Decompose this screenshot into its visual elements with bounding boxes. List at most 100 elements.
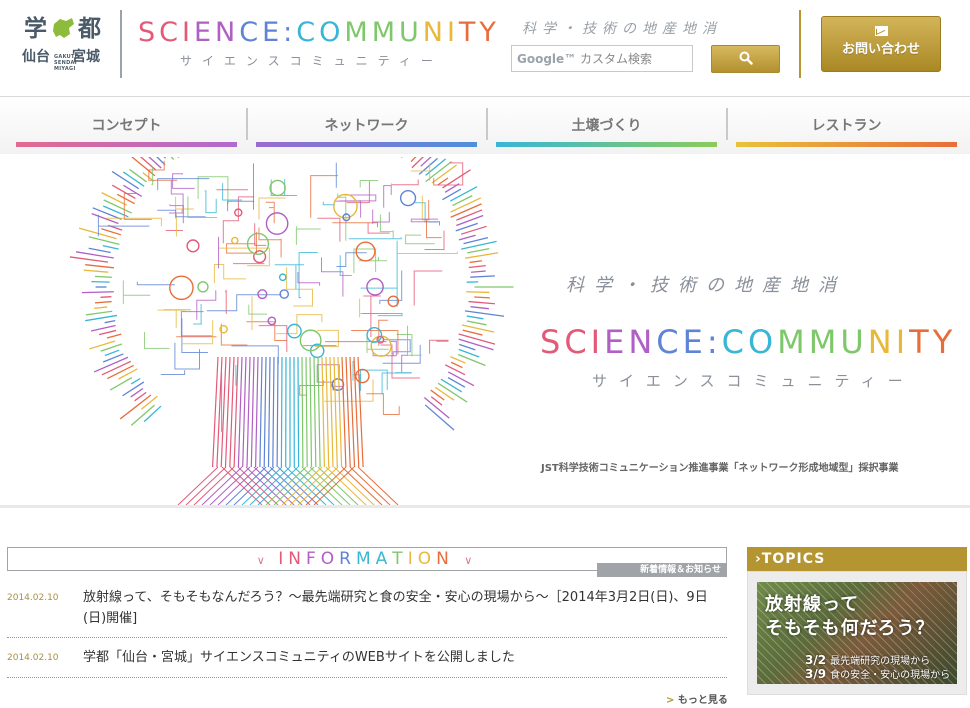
tree-tick [456, 214, 484, 227]
tree-circuit [225, 290, 227, 314]
tree-tick [466, 315, 484, 320]
tree-node [267, 316, 277, 326]
tree-root-line [313, 466, 355, 505]
tree-circuit [151, 166, 153, 186]
topics-banner[interactable]: 放射線って そもそも何だろう？ 3/2 最先端研究の現場から 3/9 食の安全・安心… [757, 582, 957, 684]
tree-node [370, 335, 392, 357]
tree-circuit [396, 251, 458, 254]
brand-main: SCIENCE:COMMUNITY [138, 18, 498, 48]
science-community-logo[interactable]: SCIENCE:COMMUNITY サイエンスコミュニティー [138, 18, 498, 78]
news-title[interactable]: 学都「仙台・宮城」サイエンスコミュニティのWEBサイトを公開しました [83, 647, 713, 668]
tree-circuit [220, 323, 248, 346]
brand-letter: E [262, 17, 284, 48]
tree-circuit [433, 162, 464, 186]
brand-letter: S [138, 17, 160, 48]
tree-node [286, 323, 302, 339]
banner-date1: 3/2 [805, 653, 827, 667]
search-input[interactable]: Google™ カスタム検索 [511, 45, 693, 72]
tree-circuit [160, 370, 186, 375]
tree-tick [78, 227, 117, 240]
tree-trunk-line [242, 356, 247, 468]
chevron-down-icon: ∨ [464, 554, 478, 567]
tree-node [231, 236, 239, 245]
brand-letter: U [398, 17, 423, 48]
tree-tick [468, 300, 496, 305]
brand-letter: R [339, 549, 356, 569]
tree-tick [466, 291, 490, 294]
tree-root-line [249, 466, 291, 505]
tree-tick [118, 368, 138, 380]
nav-item-restaurant[interactable]: レストラン [736, 97, 957, 155]
tree-circuit [196, 290, 217, 320]
tree-tick [98, 329, 117, 336]
news-item[interactable]: 2014.02.10 放射線って、そもそもなんだろう？～最先端研究と食の安全・安… [7, 583, 727, 638]
mail-icon [874, 26, 888, 36]
brand-letter: U [840, 323, 868, 361]
tree-root-line [193, 466, 235, 505]
tree-circuit [297, 272, 321, 286]
more-link[interactable]: > もっと見る [666, 691, 728, 706]
tree-node [186, 239, 200, 253]
tree-node [299, 329, 322, 352]
nav-label: ネットワーク [324, 118, 409, 134]
brand-letter: : [706, 323, 722, 361]
tree-circuit [258, 197, 286, 220]
gakuto-logo[interactable]: 学 都 仙台 GAKUTO SENDAI MIYAGI 宮城 [22, 12, 108, 74]
brand-letter: I [590, 323, 605, 361]
information-subtitle: 新着情報＆お知らせ [597, 563, 727, 577]
tree-circuit [222, 183, 242, 201]
chevron-right-icon: > [666, 695, 675, 706]
tree-tick [85, 310, 113, 316]
tree-tick [470, 275, 495, 278]
tree-tick [141, 395, 158, 410]
nav-color-bar [16, 142, 237, 147]
brand-letter: C [239, 17, 263, 48]
contact-button[interactable]: お問い合わせ [821, 16, 941, 72]
tree-circuit [362, 313, 403, 317]
nav-item-soil[interactable]: 土壌づくり [496, 97, 717, 155]
brand-letter: I [895, 323, 910, 361]
tree-tick [465, 252, 499, 259]
tree-tick [88, 247, 111, 254]
tree-tick [129, 168, 147, 183]
tree-trunk-line [272, 356, 275, 468]
nav-label: 土壌づくり [571, 118, 642, 134]
tree-circuit [246, 321, 288, 341]
tree-tick [104, 349, 120, 357]
tree-trunk-line [325, 356, 330, 468]
nav-divider [486, 108, 488, 140]
tree-circuit [429, 339, 449, 354]
tree-tick [440, 378, 463, 393]
tree-tick [457, 353, 486, 367]
tree-circuit [317, 217, 341, 242]
search-button[interactable] [711, 45, 780, 73]
news-item[interactable]: 2014.02.10 学都「仙台・宮城」サイエンスコミュニティのWEBサイトを公… [7, 638, 727, 678]
tree-tick [456, 209, 483, 221]
nav-item-concept[interactable]: コンセプト [16, 97, 237, 155]
logo-sendai: 仙台 [22, 49, 50, 65]
brand-letter: C [296, 17, 320, 48]
tree-tick [143, 405, 162, 423]
banner-date-row-2: 3/9 食の安全・安心の現場から [805, 666, 950, 681]
circuit-tree-illustration [69, 157, 514, 505]
hero-logo: SCIENCE:COMMUNITY [540, 323, 956, 361]
brand-letter: F [306, 549, 321, 569]
header-divider [120, 10, 122, 78]
tree-tick [450, 356, 466, 364]
tree-tick [470, 306, 489, 310]
tree-root-line [177, 466, 219, 505]
brand-letter: I [182, 17, 194, 48]
brand-letter: C [564, 323, 591, 361]
tree-tick [103, 199, 133, 214]
tree-tick [442, 188, 462, 201]
news-title[interactable]: 放射線って、そもそもなんだろう？～最先端研究と食の安全・安心の現場から～［201… [83, 587, 713, 629]
tree-circuit [172, 173, 195, 189]
tree-circuit [396, 334, 413, 357]
nav-label: レストラン [811, 118, 882, 134]
tree-circuit [213, 264, 246, 284]
tree-tick [462, 329, 483, 336]
nav-item-network[interactable]: ネットワーク [256, 97, 477, 155]
tree-trunk-line [341, 356, 347, 468]
brand-letter: N [422, 17, 447, 48]
tree-tick [437, 177, 449, 186]
